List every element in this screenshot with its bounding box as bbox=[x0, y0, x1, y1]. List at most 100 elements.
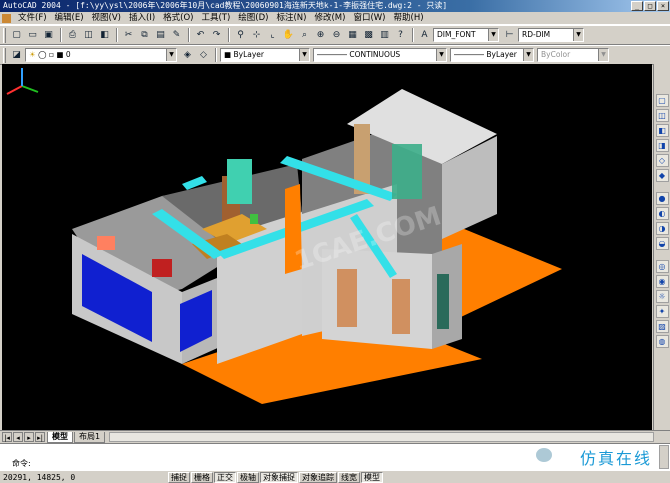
fixture-green bbox=[250, 214, 258, 224]
scene-icon[interactable]: ◍ bbox=[655, 335, 669, 348]
door-3 bbox=[437, 274, 449, 329]
close-button[interactable]: × bbox=[657, 1, 669, 11]
orbit-icon[interactable]: ◎ bbox=[655, 260, 669, 273]
layer-previous-icon[interactable]: ◇ bbox=[196, 48, 211, 63]
maximize-button[interactable]: □ bbox=[644, 1, 656, 11]
tab-model[interactable]: 模型 bbox=[47, 431, 73, 443]
last-tab-icon[interactable]: ▸| bbox=[35, 432, 45, 442]
lineweight-toggle[interactable]: 线宽 bbox=[338, 471, 360, 483]
text-style-select[interactable]: DIM_FONT ▼ bbox=[433, 28, 499, 42]
lights-icon[interactable]: ✦ bbox=[655, 305, 669, 318]
design-center-icon[interactable]: ▩ bbox=[361, 28, 376, 43]
cut-icon[interactable]: ✂ bbox=[121, 28, 136, 43]
toolbar-grip[interactable] bbox=[3, 47, 6, 63]
shade-3d-icon[interactable]: ◐ bbox=[655, 207, 669, 220]
view-front-icon[interactable]: ◫ bbox=[655, 109, 669, 122]
layer-select[interactable]: ☀ ◯ ▫ ■ 0 ▼ bbox=[25, 48, 177, 62]
dim-style-icon[interactable]: ⊢ bbox=[502, 28, 517, 43]
view-right-icon[interactable]: ◨ bbox=[655, 139, 669, 152]
properties-icon[interactable]: ▦ bbox=[345, 28, 360, 43]
redo-icon[interactable]: ↷ bbox=[209, 28, 224, 43]
osnap-icon[interactable]: ⊹ bbox=[249, 28, 264, 43]
match-properties-icon[interactable]: ✎ bbox=[169, 28, 184, 43]
menu-tools[interactable]: 工具(T) bbox=[197, 12, 234, 25]
zoom-window-icon[interactable]: ⊕ bbox=[313, 28, 328, 43]
materials-icon[interactable]: ▨ bbox=[655, 320, 669, 333]
menu-insert[interactable]: 插入(I) bbox=[125, 12, 159, 25]
view-left-icon[interactable]: ◧ bbox=[655, 124, 669, 137]
tool-palettes-icon[interactable]: ▥ bbox=[377, 28, 392, 43]
prev-tab-icon[interactable]: ◂ bbox=[13, 432, 23, 442]
next-tab-icon[interactable]: ▸ bbox=[24, 432, 34, 442]
paste-icon[interactable]: ▤ bbox=[153, 28, 168, 43]
menu-draw[interactable]: 绘图(D) bbox=[234, 12, 272, 25]
window-title: AutoCAD 2004 - [f:\yy\ysl\2006年\2006年10月… bbox=[3, 1, 448, 10]
layer-manager-icon[interactable]: ◪ bbox=[9, 48, 24, 63]
door-1 bbox=[337, 269, 357, 327]
otrack-toggle[interactable]: 对象追踪 bbox=[299, 471, 337, 483]
menu-modify[interactable]: 修改(M) bbox=[310, 12, 349, 25]
watermark-logo-icon bbox=[536, 448, 552, 462]
copy-icon[interactable]: ⧉ bbox=[137, 28, 152, 43]
title-bar: AutoCAD 2004 - [f:\yy\ysl\2006年\2006年10月… bbox=[0, 0, 670, 12]
command-prompt: 命令: bbox=[12, 459, 31, 468]
dim-style-select[interactable]: RD-DIM ▼ bbox=[518, 28, 584, 42]
menu-format[interactable]: 格式(O) bbox=[159, 12, 197, 25]
first-tab-icon[interactable]: |◂ bbox=[2, 432, 12, 442]
view-sw-iso-icon[interactable]: ◇ bbox=[655, 154, 669, 167]
bed bbox=[97, 236, 115, 250]
minimize-button[interactable]: _ bbox=[631, 1, 643, 11]
drawing-canvas[interactable]: 1CAE.COM bbox=[2, 64, 652, 430]
publish-icon[interactable]: ◧ bbox=[97, 28, 112, 43]
layout-tabs-bar: |◂ ◂ ▸ ▸| 模型 布局1 bbox=[0, 430, 670, 443]
undo-icon[interactable]: ↶ bbox=[193, 28, 208, 43]
curtain bbox=[392, 144, 422, 199]
ucs-axis-icon bbox=[6, 68, 39, 95]
menu-help[interactable]: 帮助(H) bbox=[390, 12, 428, 25]
linetype-select[interactable]: ―――― CONTINUOUS ▼ bbox=[313, 48, 447, 62]
ucs-icon[interactable]: ⌞ bbox=[265, 28, 280, 43]
zoom-realtime-icon[interactable]: ⌕ bbox=[297, 28, 312, 43]
open-file-icon[interactable]: ▭ bbox=[25, 28, 40, 43]
menu-window[interactable]: 窗口(W) bbox=[349, 12, 389, 25]
view-top-icon[interactable]: ▢ bbox=[655, 94, 669, 107]
lineweight-select[interactable]: ―――― ByLayer ▼ bbox=[450, 48, 534, 62]
view-se-iso-icon[interactable]: ◆ bbox=[655, 169, 669, 182]
osnap-toggle[interactable]: 对象捕捉 bbox=[260, 471, 298, 483]
command-window[interactable]: 命令: bbox=[0, 443, 670, 470]
print-icon[interactable]: ⎙ bbox=[65, 28, 80, 43]
snap-toggle[interactable]: 捕捉 bbox=[168, 471, 190, 483]
plotstyle-select[interactable]: ByColor ▼ bbox=[537, 48, 609, 62]
help-icon[interactable]: ? bbox=[393, 28, 408, 43]
shade-2d-icon[interactable]: ● bbox=[655, 192, 669, 205]
model-toggle[interactable]: 模型 bbox=[361, 471, 383, 483]
watermark-text: 仿真在线 bbox=[579, 449, 652, 468]
menu-file[interactable]: 文件(F) bbox=[14, 12, 51, 25]
horizontal-scrollbar[interactable] bbox=[109, 432, 654, 442]
text-style-icon[interactable]: A bbox=[417, 28, 432, 43]
color-select[interactable]: ■ ByLayer ▼ bbox=[220, 48, 310, 62]
ortho-toggle[interactable]: 正交 bbox=[214, 471, 236, 483]
shade-hidden-icon[interactable]: ◑ bbox=[655, 222, 669, 235]
command-scrollbar[interactable] bbox=[659, 445, 669, 469]
toolbar-grip[interactable] bbox=[3, 27, 6, 43]
menu-edit[interactable]: 编辑(E) bbox=[51, 12, 88, 25]
camera-icon[interactable]: ◉ bbox=[655, 275, 669, 288]
menu-dimension[interactable]: 标注(N) bbox=[272, 12, 310, 25]
render-icon[interactable]: ☼ bbox=[655, 290, 669, 303]
pan-icon[interactable]: ✋ bbox=[281, 28, 296, 43]
new-file-icon[interactable]: ▢ bbox=[9, 28, 24, 43]
chair bbox=[152, 259, 172, 277]
make-current-layer-icon[interactable]: ◈ bbox=[180, 48, 195, 63]
grid-toggle[interactable]: 栅格 bbox=[191, 471, 213, 483]
save-icon[interactable]: ▣ bbox=[41, 28, 56, 43]
hyperlink-icon[interactable]: ⚲ bbox=[233, 28, 248, 43]
menu-bar: 文件(F) 编辑(E) 视图(V) 插入(I) 格式(O) 工具(T) 绘图(D… bbox=[0, 12, 670, 25]
autocad-icon[interactable] bbox=[2, 13, 11, 23]
polar-toggle[interactable]: 极轴 bbox=[237, 471, 259, 483]
zoom-previous-icon[interactable]: ⊖ bbox=[329, 28, 344, 43]
menu-view[interactable]: 视图(V) bbox=[88, 12, 125, 25]
preview-icon[interactable]: ◫ bbox=[81, 28, 96, 43]
shade-flat-icon[interactable]: ◒ bbox=[655, 237, 669, 250]
tab-layout1[interactable]: 布局1 bbox=[74, 431, 106, 443]
